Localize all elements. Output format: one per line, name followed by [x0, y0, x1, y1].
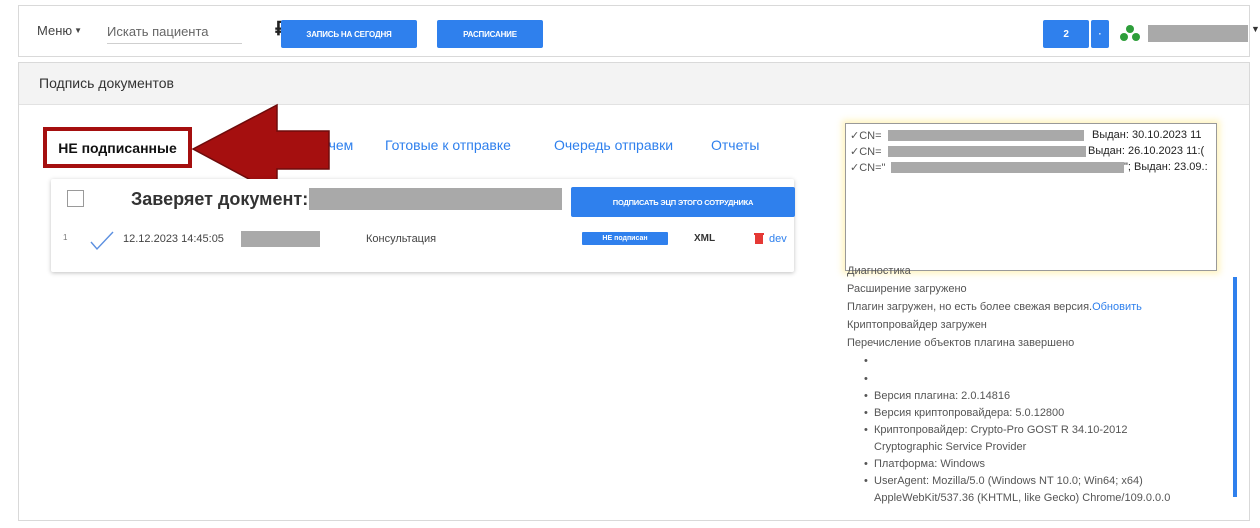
table-row[interactable]: 1 12.12.2023 14:45:05 Консультация НЕ по…: [51, 229, 794, 253]
certificate-issued: Выдан: 30.10.2023 11: [1092, 129, 1202, 141]
diagnostics-item: Версия криптопровайдера: 5.0.12800: [864, 407, 1064, 419]
signing-panel: Подпись документов НЕ подписанные Врачем…: [18, 62, 1250, 521]
notifications-dropdown-button[interactable]: ·: [1091, 20, 1109, 48]
certifier-name-redacted: [309, 188, 562, 210]
diagnostics-item-continued: Cryptographic Service Provider: [874, 441, 1027, 453]
sign-with-employee-key-button[interactable]: ПОДПИСАТЬ ЭЦП ЭТОГО СОТРУДНИКА: [571, 187, 795, 217]
certificate-issued: Выдан: 26.10.2023 11:(: [1088, 145, 1205, 157]
diagnostics-scrollbar[interactable]: [1233, 277, 1237, 497]
diagnostics-item-continued: AppleWebKit/537.36 (KHTML, like Gecko) C…: [874, 492, 1171, 504]
trash-icon[interactable]: [754, 232, 764, 244]
dropdown-caret-icon: ·: [1098, 29, 1102, 39]
certificate-item[interactable]: ✓CN=: [850, 129, 882, 142]
row-format[interactable]: XML: [694, 233, 715, 244]
patient-search-input[interactable]: [107, 20, 242, 44]
patient-name-redacted: [241, 231, 320, 247]
panel-header: Подпись документов: [19, 63, 1249, 105]
certificate-prefix: ✓CN=": [850, 162, 886, 174]
cryptoprovider-status: Криптопровайдер загружен: [847, 319, 987, 331]
plugin-status: Плагин загружен, но есть более свежая ве…: [847, 301, 1142, 313]
checkmark-icon[interactable]: [89, 229, 115, 251]
certificate-name-redacted: [888, 130, 1084, 141]
diagnostics-item: Версия плагина: 2.0.14816: [864, 390, 1010, 402]
today-appointments-button[interactable]: ЗАПИСЬ НА СЕГОДНЯ: [281, 20, 417, 48]
page-title: Подпись документов: [39, 75, 174, 91]
user-menu-caret-icon[interactable]: ▼: [1251, 24, 1260, 34]
tab-ready-to-send[interactable]: Готовые к отправке: [385, 137, 511, 153]
certificate-prefix: ✓CN=: [850, 130, 882, 142]
tab-unsigned[interactable]: НЕ подписанные: [43, 127, 192, 168]
diagnostics-item: UserAgent: Mozilla/5.0 (Windows NT 10.0;…: [864, 475, 1143, 487]
certificate-item[interactable]: ✓CN=": [850, 161, 885, 174]
user-name-redacted[interactable]: [1148, 25, 1248, 42]
select-all-checkbox[interactable]: [67, 190, 84, 207]
row-dev-link[interactable]: dev: [769, 233, 787, 245]
menu-label: Меню: [37, 23, 73, 38]
diagnostics-item: Платформа: Windows: [864, 458, 985, 470]
diagnostics-item: Криптопровайдер: Crypto-Pro GOST R 34.10…: [864, 424, 1128, 436]
tab-send-queue[interactable]: Очередь отправки: [554, 137, 673, 153]
tab-reports[interactable]: Отчеты: [711, 137, 759, 153]
row-document-type: Консультация: [366, 233, 437, 245]
update-plugin-link[interactable]: Обновить: [1092, 301, 1142, 313]
notifications-count-button[interactable]: 2: [1043, 20, 1089, 48]
certificate-item[interactable]: ✓CN=: [850, 145, 882, 158]
certificate-prefix: ✓CN=: [850, 146, 882, 158]
enumeration-status: Перечисление объектов плагина завершено: [847, 337, 1075, 349]
menu-caret-icon: ▼: [74, 26, 83, 35]
certificate-name-redacted: [888, 146, 1086, 157]
row-date: 12.12.2023 14:45:05: [123, 233, 224, 245]
certificate-issued: "; Выдан: 23.09.:: [1124, 161, 1208, 173]
certificate-list[interactable]: ✓CN= Выдан: 30.10.2023 11 ✓CN= Выдан: 26…: [845, 123, 1217, 271]
diagnostics-title: Диагностика: [847, 265, 911, 277]
menu-button[interactable]: Меню ▼: [37, 23, 82, 38]
document-card: Заверяет документ: ПОДПИСАТЬ ЭЦП ЭТОГО С…: [51, 179, 795, 272]
top-bar: Меню▼ ₽ ЗАПИСЬ НА СЕГОДНЯ РАСПИСАНИЕ 2 ·…: [18, 5, 1260, 57]
schedule-button[interactable]: РАСПИСАНИЕ: [437, 20, 543, 48]
certificate-name-redacted: [891, 162, 1124, 173]
user-group-icon: [1120, 25, 1140, 41]
app-root: Меню▼ ₽ ЗАПИСЬ НА СЕГОДНЯ РАСПИСАНИЕ 2 ·…: [0, 0, 1260, 528]
row-number: 1: [63, 233, 68, 242]
plugin-status-text: Плагин загружен, но есть более свежая ве…: [847, 301, 1093, 313]
certifier-label: Заверяет документ:: [131, 189, 309, 209]
status-badge: НЕ подписан: [582, 232, 668, 245]
extension-status: Расширение загружено: [847, 283, 967, 295]
